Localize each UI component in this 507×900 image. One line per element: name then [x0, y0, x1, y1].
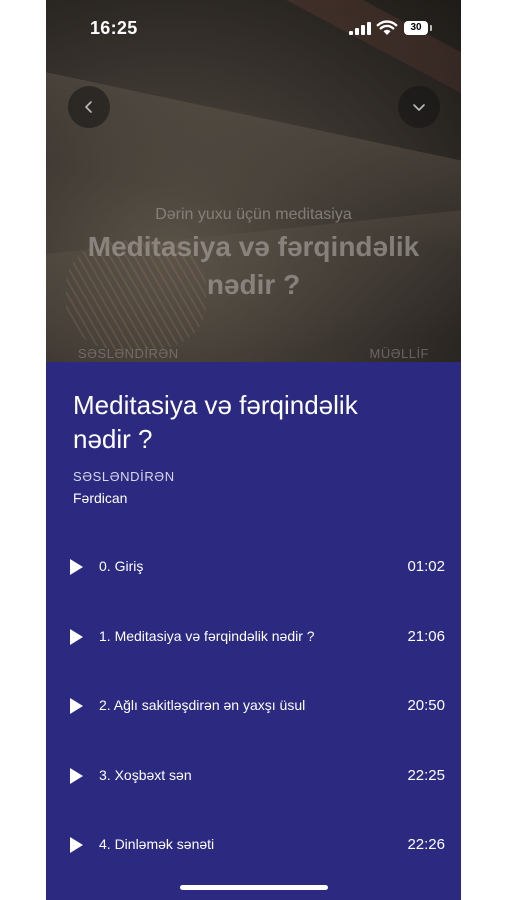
track-duration: 01:02 — [407, 558, 445, 575]
play-icon[interactable] — [70, 837, 83, 853]
track-item[interactable]: 0. Giriş 01:02 — [46, 531, 461, 601]
narrator-name[interactable]: Fərdican — [73, 490, 127, 506]
status-bar: 16:25 30 — [46, 0, 461, 56]
play-icon[interactable] — [70, 559, 83, 575]
chevron-down-icon — [413, 104, 425, 111]
track-title: 1. Meditasiya və fərqindəlik nədir ? — [99, 627, 315, 644]
hero-title: Meditasiya və fərqindəlik nədir ? — [87, 231, 420, 300]
track-duration: 22:25 — [407, 766, 445, 784]
hero-author-label: MÜƏLLİF — [369, 346, 429, 361]
hero-subtitle: Dərin yuxu üçün meditasiya — [155, 206, 352, 223]
track-title: 2. Ağlı sakitləşdirən ən yaxşı üsul — [99, 697, 306, 713]
play-icon[interactable] — [70, 767, 83, 784]
narrator-label: SƏSLƏNDİRƏN — [73, 469, 175, 484]
track-duration: 20:50 — [407, 697, 445, 714]
track-item[interactable]: 1. Meditasiya və fərqindəlik nədir ? 21:… — [46, 601, 461, 671]
back-button[interactable] — [68, 86, 110, 128]
status-time: 16:25 — [90, 18, 138, 38]
home-indicator[interactable] — [180, 885, 328, 890]
wifi-icon — [376, 20, 398, 35]
cover-image: 16:25 30 Dərin yuxu üçün meditasiya Medi… — [46, 0, 461, 362]
track-duration: 21:06 — [407, 627, 445, 645]
track-title: 0. Giriş — [99, 558, 144, 574]
track-title: 4. Dinləmək sənəti — [99, 836, 215, 852]
track-duration: 22:26 — [407, 836, 445, 853]
hero-narrator-label: SƏSLƏNDİRƏN — [78, 346, 179, 361]
track-title: 3. Xoşbəxt sən — [99, 766, 192, 783]
play-icon[interactable] — [70, 628, 83, 645]
chevron-left-icon — [85, 101, 92, 113]
cellular-signal-icon — [349, 22, 371, 35]
track-list: 0. Giriş 01:02 1. Meditasiya və fərqində… — [46, 531, 461, 879]
play-icon[interactable] — [70, 698, 83, 714]
collapse-button[interactable] — [398, 86, 440, 128]
track-item[interactable]: 4. Dinləmək sənəti 22:26 — [46, 809, 461, 879]
details-sheet: Meditasiya və fərqindəlik nədir ? SƏSLƏN… — [46, 362, 461, 900]
battery-icon: 30 — [404, 21, 428, 35]
app-screen: 16:25 30 Dərin yuxu üçün meditasiya Medi… — [46, 0, 461, 900]
page-title: Meditasiya və fərqindəlik nədir ? — [73, 390, 358, 454]
track-item[interactable]: 2. Ağlı sakitləşdirən ən yaxşı üsul 20:5… — [46, 670, 461, 740]
track-item[interactable]: 3. Xoşbəxt sən 22:25 — [46, 740, 461, 810]
